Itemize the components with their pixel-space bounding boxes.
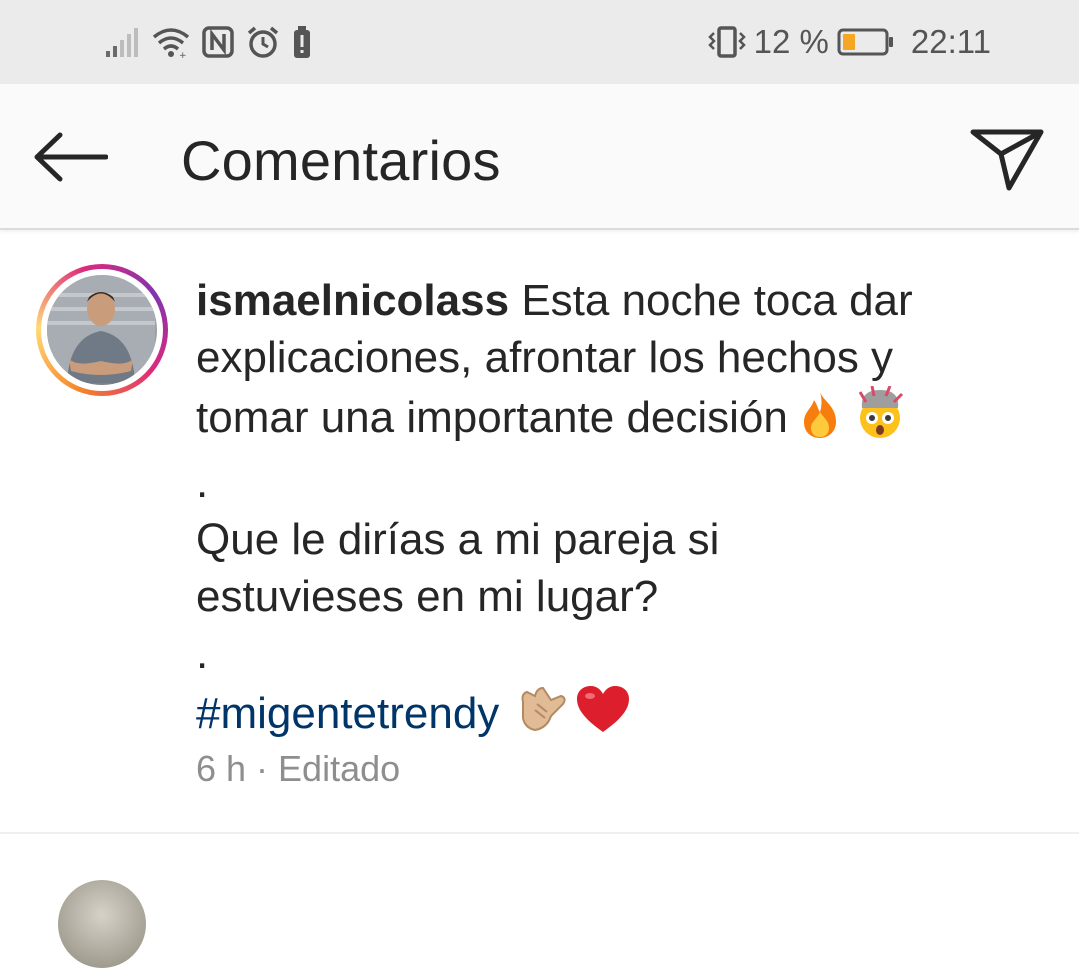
wifi-icon: +	[152, 26, 190, 58]
page-title: Comentarios	[181, 129, 501, 192]
comment-text-3: tomar una importante decisión	[196, 393, 788, 442]
comment-text-1: Esta noche toca dar	[521, 276, 913, 325]
next-comment-avatar[interactable]	[58, 880, 146, 968]
comment-line-1: ismaelnicolass Esta noche toca dar	[196, 272, 1016, 329]
status-right-icons: 12 % 22:11	[707, 23, 991, 61]
avatar[interactable]	[36, 264, 168, 396]
comment-dot-2: .	[196, 629, 209, 678]
back-arrow-icon	[34, 132, 108, 182]
divider	[0, 832, 1079, 834]
comment-hashtag-line: #migentetrendy	[196, 682, 1016, 750]
clock: 22:11	[910, 23, 991, 60]
battery-percent: 12 %	[753, 23, 829, 60]
status-left-icons: +	[106, 23, 312, 61]
battery-saver-icon	[292, 26, 312, 58]
nfc-icon	[202, 26, 234, 58]
vibrate-icon	[707, 25, 746, 59]
direct-send-icon	[970, 129, 1044, 191]
back-button[interactable]	[30, 124, 110, 190]
battery-icon	[837, 28, 895, 56]
alarm-icon	[246, 25, 280, 59]
exploding-head-emoji	[852, 385, 908, 454]
call-me-hand-emoji	[517, 682, 567, 750]
svg-text:+: +	[179, 51, 187, 58]
fire-emoji	[796, 390, 844, 454]
comment-text-4: Que le dirías a mi pareja si	[196, 515, 720, 564]
share-button[interactable]	[964, 122, 1050, 198]
comment-line-3: tomar una importante decisión	[196, 385, 1016, 454]
profile-photo	[47, 275, 157, 385]
comments-header: Comentarios	[0, 84, 1079, 230]
comment-username[interactable]: ismaelnicolass	[196, 276, 509, 325]
avatar-border	[41, 269, 163, 391]
comment-dot-1: .	[196, 458, 209, 507]
signal-icon	[106, 27, 140, 57]
comment-text-5: estuvieses en mi lugar?	[196, 572, 659, 621]
comment-text-2: explicaciones, afrontar los hechos y	[196, 333, 894, 382]
person-silhouette	[47, 275, 155, 383]
caption-comment: ismaelnicolass Esta noche toca dar expli…	[196, 272, 1016, 750]
hashtag-link[interactable]: #migentetrendy	[196, 689, 499, 738]
status-bar: + 12 % 22:11	[0, 0, 1079, 84]
comment-meta: 6 h · Editado	[196, 748, 401, 789]
red-heart-emoji	[575, 684, 631, 750]
